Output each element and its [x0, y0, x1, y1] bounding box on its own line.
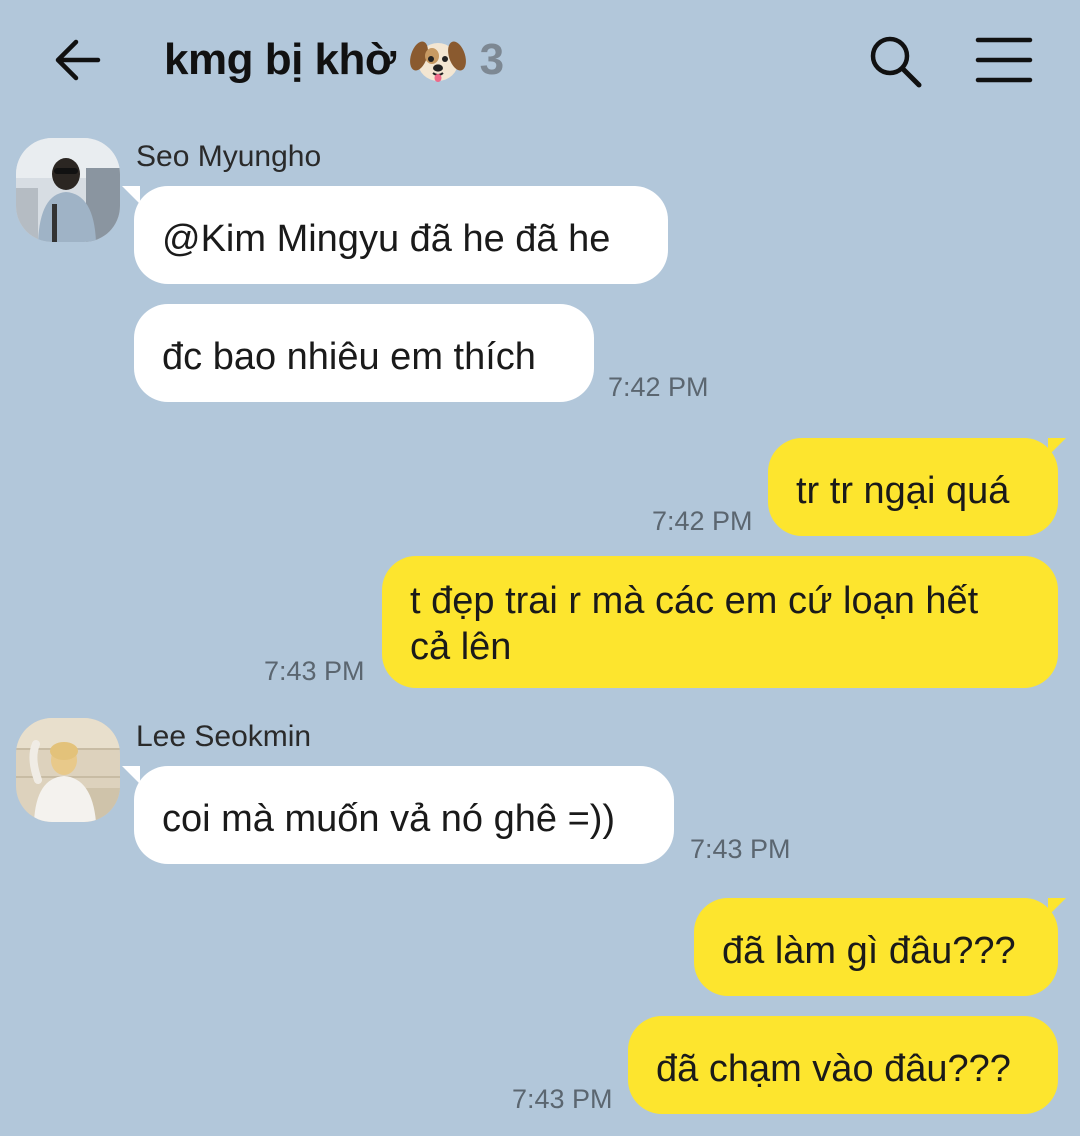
- bubble-tail: [122, 766, 140, 784]
- message-bubble-outgoing[interactable]: tr tr ngại quá: [768, 438, 1058, 536]
- search-icon[interactable]: [866, 32, 924, 90]
- chat-header: kmg bị khờ 3: [0, 0, 1080, 120]
- message-bubble-outgoing[interactable]: đã chạm vào đâu???: [628, 1016, 1058, 1114]
- sender-name: Seo Myungho: [136, 140, 322, 173]
- message-text: đã chạm vào đâu???: [656, 1048, 1011, 1090]
- message-text: t đẹp trai r mà các em cứ loạn hết cả lê…: [410, 580, 979, 668]
- message-timestamp: 7:43 PM: [690, 834, 791, 864]
- sender-name: Lee Seokmin: [136, 720, 312, 753]
- message-text: đã làm gì đâu???: [722, 930, 1016, 972]
- message-timestamp: 7:42 PM: [652, 506, 753, 536]
- message-text: coi mà muốn vả nó ghê =)): [162, 798, 616, 840]
- message-bubble-incoming[interactable]: đc bao nhiêu em thích: [134, 304, 594, 402]
- avatar-photo: [16, 138, 120, 242]
- message-text: đc bao nhiêu em thích: [162, 336, 536, 378]
- avatar-lee-seokmin[interactable]: [16, 718, 120, 822]
- dog-face-icon: [409, 41, 466, 82]
- message-text: @Kim Mingyu đã he đã he: [162, 218, 611, 260]
- member-count: 3: [479, 35, 505, 84]
- message-bubble-outgoing[interactable]: đã làm gì đâu???: [694, 898, 1058, 996]
- message-bubble-outgoing[interactable]: t đẹp trai r mà các em cứ loạn hết cả lê…: [382, 556, 1058, 688]
- message-timestamp: 7:42 PM: [608, 372, 709, 402]
- back-arrow-icon[interactable]: [50, 32, 106, 88]
- avatar-seo-myungho[interactable]: [16, 138, 120, 242]
- message-text: tr tr ngại quá: [796, 470, 1010, 512]
- message-timestamp: 7:43 PM: [512, 1084, 613, 1114]
- chat-title-area[interactable]: kmg bị khờ 3: [164, 30, 504, 90]
- message-timestamp: 7:43 PM: [264, 656, 365, 686]
- message-bubble-incoming[interactable]: coi mà muốn vả nó ghê =)): [134, 766, 674, 864]
- hamburger-menu-icon[interactable]: [974, 34, 1034, 86]
- chat-title: kmg bị khờ: [164, 35, 396, 84]
- avatar-photo: [16, 718, 120, 822]
- bubble-tail: [122, 186, 140, 204]
- message-bubble-incoming[interactable]: @Kim Mingyu đã he đã he: [134, 186, 668, 284]
